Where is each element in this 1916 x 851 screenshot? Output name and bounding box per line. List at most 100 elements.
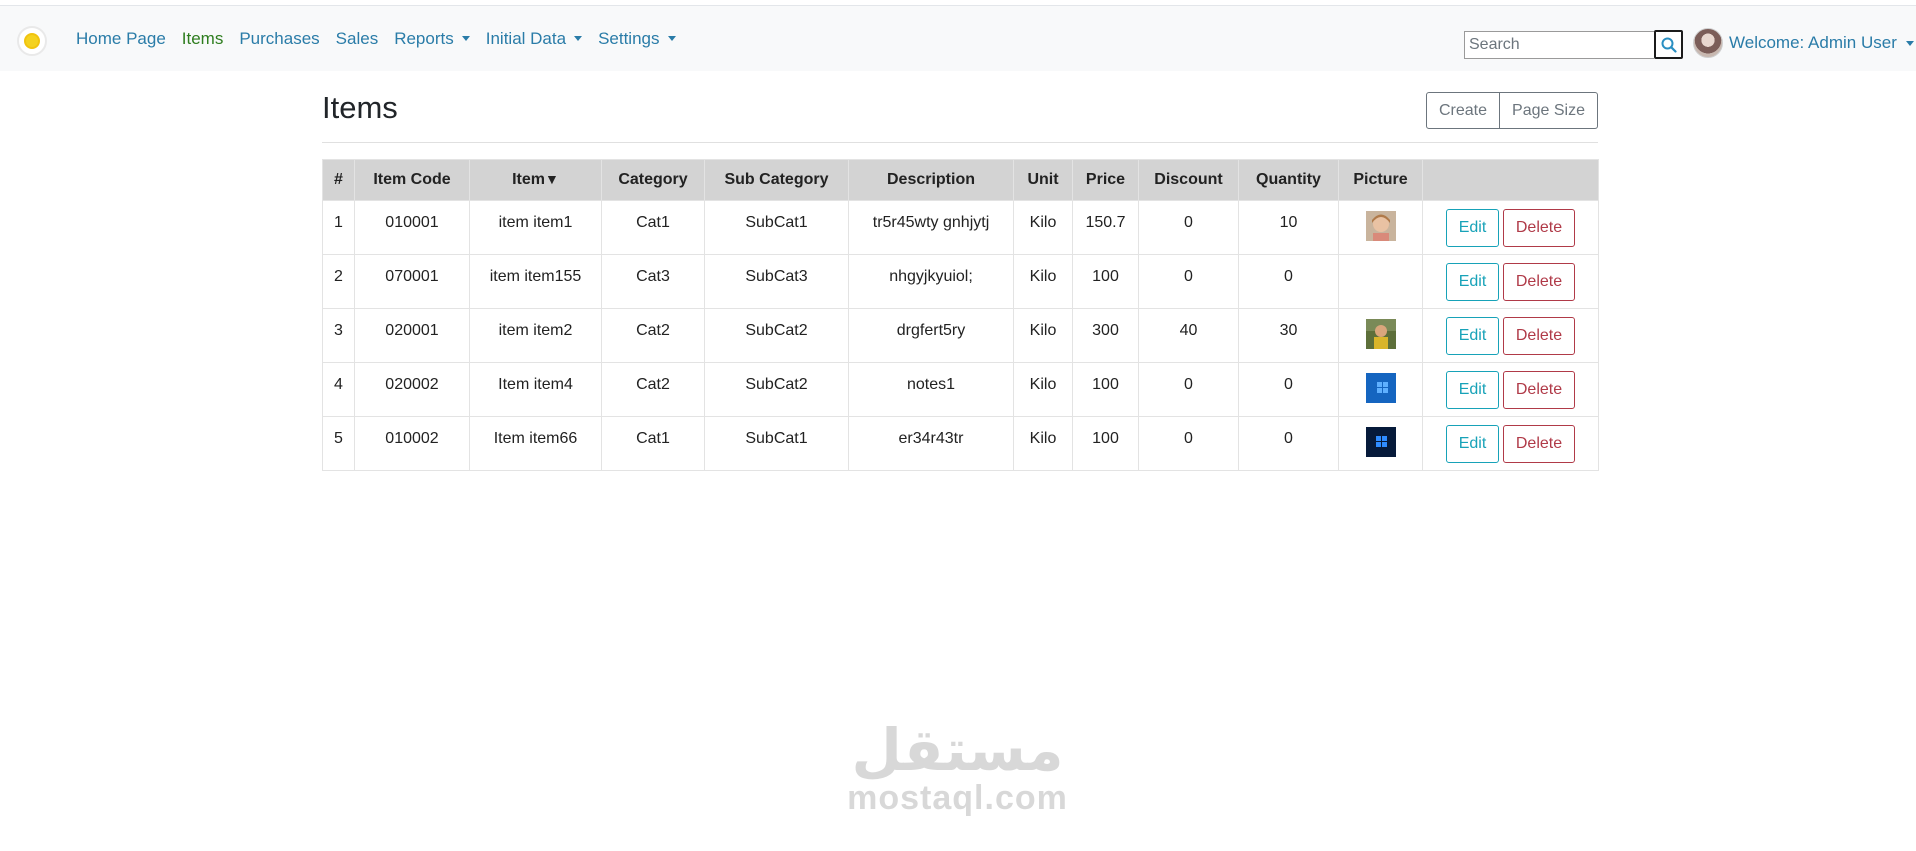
table-row: 4 020002 Item item4 Cat2 SubCat2 notes1 Kilo 10… <box>322 362 1599 417</box>
col-header-item[interactable]: Item▼ <box>469 159 602 201</box>
page-title: Items <box>322 90 398 125</box>
items-table: # Item Code Item▼ Category Sub Category … <box>322 159 1599 471</box>
cell-category: Cat1 <box>601 200 705 255</box>
nav-link-purchases[interactable]: Purchases <box>239 29 319 49</box>
cell-code: 010002 <box>354 416 470 471</box>
divider <box>322 142 1598 143</box>
chevron-down-icon <box>461 36 470 41</box>
cell-description: drgfert5ry <box>848 308 1014 363</box>
table-row: 5 010002 Item item66 Cat1 SubCat1 er34r43tr Ki… <box>322 416 1599 471</box>
cell-price: 150.7 <box>1072 200 1139 255</box>
delete-button[interactable]: Delete <box>1503 209 1575 247</box>
col-header-quantity: Quantity <box>1238 159 1339 201</box>
cell-unit: Kilo <box>1013 308 1073 363</box>
create-button[interactable]: Create <box>1426 92 1501 129</box>
cell-picture <box>1338 416 1423 471</box>
nav-links: Home Page Items Purchases Sales Reports Initi… <box>76 6 692 71</box>
delete-button[interactable]: Delete <box>1503 317 1575 355</box>
cell-subcategory: SubCat2 <box>704 362 849 417</box>
cell-quantity: 0 <box>1238 416 1339 471</box>
cell-actions: Edit Delete <box>1422 416 1599 471</box>
cell-price: 100 <box>1072 416 1139 471</box>
cell-item: item item1 <box>469 200 602 255</box>
delete-button[interactable]: Delete <box>1503 263 1575 301</box>
search-input[interactable] <box>1464 30 1654 59</box>
cell-description: er34r43tr <box>848 416 1014 471</box>
col-header-item-label: Item <box>512 171 546 188</box>
user-label: Welcome: Admin User <box>1729 33 1897 52</box>
nav-link-sales[interactable]: Sales <box>336 29 379 49</box>
chevron-down-icon <box>667 36 676 41</box>
cell-description: tr5r45wty gnhjytj <box>848 200 1014 255</box>
nav-link-initial-data[interactable]: Initial Data <box>486 29 583 49</box>
cell-code: 020002 <box>354 362 470 417</box>
nav-link-reports[interactable]: Reports <box>394 29 470 49</box>
cell-category: Cat1 <box>601 416 705 471</box>
nav-link-home-page[interactable]: Home Page <box>76 29 166 49</box>
cell-actions: Edit Delete <box>1422 200 1599 255</box>
cell-picture <box>1338 362 1423 417</box>
cell-category: Cat2 <box>601 362 705 417</box>
search-form <box>1464 30 1683 59</box>
girl-photo-thumbnail <box>1365 211 1396 241</box>
cell-price: 100 <box>1072 254 1139 309</box>
delete-button[interactable]: Delete <box>1503 371 1575 409</box>
cell-num: 4 <box>322 362 355 417</box>
chevron-down-icon <box>574 36 583 41</box>
cell-discount: 40 <box>1138 308 1239 363</box>
cell-picture <box>1338 254 1423 309</box>
cell-quantity: 30 <box>1238 308 1339 363</box>
cell-subcategory: SubCat2 <box>704 308 849 363</box>
cell-discount: 0 <box>1138 200 1239 255</box>
cell-subcategory: SubCat1 <box>704 200 849 255</box>
cell-description: nhgyjkyuiol; <box>848 254 1014 309</box>
cell-quantity: 0 <box>1238 362 1339 417</box>
edit-button[interactable]: Edit <box>1446 209 1499 247</box>
cell-discount: 0 <box>1138 362 1239 417</box>
cell-code: 070001 <box>354 254 470 309</box>
nav-link-label: Purchases <box>239 28 320 48</box>
cell-price: 100 <box>1072 362 1139 417</box>
cell-item: Item item66 <box>469 416 602 471</box>
cell-num: 5 <box>322 416 355 471</box>
cell-item: item item2 <box>469 308 602 363</box>
sort-desc-icon: ▼ <box>545 171 559 187</box>
col-header-item-code: Item Code <box>354 159 470 201</box>
user-menu[interactable]: Welcome: Admin User <box>1693 28 1914 58</box>
table-row: 1 010001 item item1 Cat1 SubCat1 tr5r45wty gn… <box>322 200 1599 255</box>
cell-num: 3 <box>322 308 355 363</box>
cell-actions: Edit Delete <box>1422 362 1599 417</box>
nav-link-label: Sales <box>335 28 379 48</box>
table-row: 3 020001 item item2 Cat2 SubCat2 drgfert5ry Ki… <box>322 308 1599 363</box>
watermark-text: mostaql.com <box>847 779 1068 817</box>
nav-link-items[interactable]: Items <box>182 29 224 49</box>
search-button[interactable] <box>1654 30 1683 59</box>
cell-code: 020001 <box>354 308 470 363</box>
brand-logo[interactable] <box>17 26 47 56</box>
delete-button[interactable]: Delete <box>1503 425 1575 463</box>
edit-button[interactable]: Edit <box>1446 263 1499 301</box>
windows-dark-thumbnail <box>1365 427 1396 457</box>
search-icon <box>1661 37 1677 53</box>
cell-price: 300 <box>1072 308 1139 363</box>
cell-item: Item item4 <box>469 362 602 417</box>
cell-quantity: 10 <box>1238 200 1339 255</box>
page-size-button[interactable]: Page Size <box>1500 92 1598 129</box>
child-photo-thumbnail <box>1365 319 1396 349</box>
cell-unit: Kilo <box>1013 362 1073 417</box>
table-row: 2 070001 item item155 Cat3 SubCat3 nhgyjkyuio… <box>322 254 1599 309</box>
nav-link-label: Home Page <box>76 28 166 48</box>
edit-button[interactable]: Edit <box>1446 425 1499 463</box>
edit-button[interactable]: Edit <box>1446 371 1499 409</box>
cell-item: item item155 <box>469 254 602 309</box>
chevron-down-icon <box>1905 40 1914 46</box>
navbar: Home Page Items Purchases Sales Reports Initi… <box>0 6 1916 71</box>
col-header-description: Description <box>848 159 1014 201</box>
nav-link-settings[interactable]: Settings <box>598 28 676 49</box>
cell-quantity: 0 <box>1238 254 1339 309</box>
nav-link-label: Settings <box>598 28 660 48</box>
col-header-sub-category: Sub Category <box>704 159 849 201</box>
cell-picture <box>1338 200 1423 255</box>
cell-actions: Edit Delete <box>1422 308 1599 363</box>
edit-button[interactable]: Edit <box>1446 317 1499 355</box>
